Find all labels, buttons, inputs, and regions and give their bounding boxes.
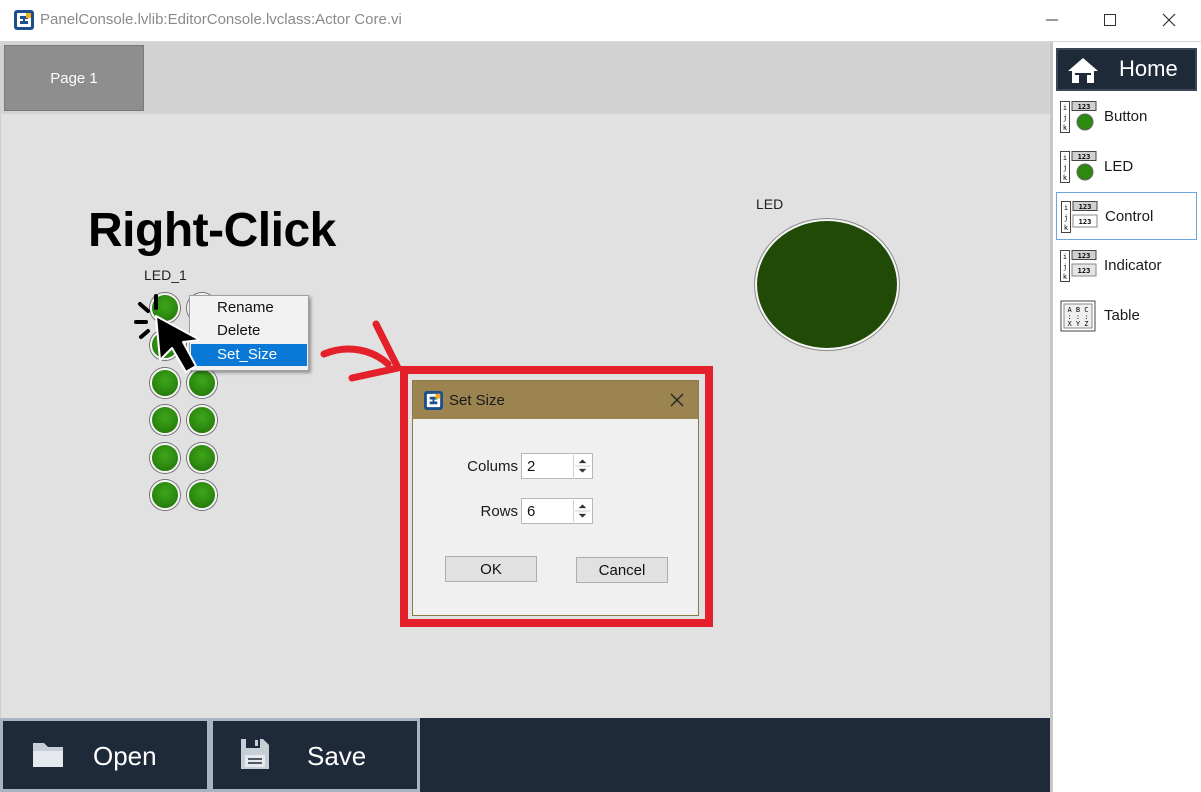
led-palette-icon: i j k 123 — [1060, 151, 1097, 183]
palette-item-button[interactable]: i j k 123 Button — [1056, 93, 1197, 141]
window-title: PanelConsole.lvlib:EditorConsole.lvclass… — [40, 11, 402, 28]
maximize-icon — [1104, 14, 1116, 26]
floppy-disk-icon — [241, 739, 269, 769]
led-array-cell[interactable] — [150, 405, 180, 435]
svg-text:123: 123 — [1078, 153, 1091, 161]
set-size-dialog: Set Size Colums 2 Rows 6 OK Cancel — [412, 380, 699, 616]
home-label: Home — [1119, 56, 1178, 81]
svg-text:j: j — [1063, 164, 1067, 172]
close-icon — [1162, 13, 1176, 27]
svg-text:i: i — [1064, 204, 1068, 212]
svg-text:123: 123 — [1079, 203, 1092, 211]
spinner-arrows-icon[interactable] — [573, 500, 591, 522]
palette-item-control[interactable]: i j k 123 123 Control — [1056, 192, 1197, 240]
annotation-right-click: Right-Click — [88, 204, 336, 257]
control-palette-icon: i j k 123 123 — [1061, 201, 1098, 233]
palette-label-table: Table — [1104, 307, 1140, 324]
rows-value: 6 — [527, 503, 536, 520]
svg-text:123: 123 — [1078, 252, 1091, 260]
svg-text:i: i — [1063, 154, 1067, 162]
tab-page-1[interactable]: Page 1 — [4, 45, 144, 111]
led-array-label: LED_1 — [144, 267, 187, 283]
palette-label-control: Control — [1105, 208, 1154, 225]
spinner-arrows-icon[interactable] — [573, 455, 591, 477]
save-button[interactable]: Save — [210, 718, 420, 792]
close-window-button[interactable] — [1157, 8, 1181, 32]
svg-text:j: j — [1063, 263, 1067, 271]
svg-text:i: i — [1063, 253, 1067, 261]
app-icon — [424, 391, 443, 410]
svg-text:j: j — [1064, 214, 1068, 222]
columns-value: 2 — [527, 458, 536, 475]
cancel-button[interactable]: Cancel — [576, 557, 668, 583]
folder-icon — [33, 743, 63, 767]
svg-text:j: j — [1063, 114, 1067, 122]
led-array-cell[interactable] — [187, 480, 217, 510]
open-button[interactable]: Open — [0, 718, 210, 792]
palette-item-indicator[interactable]: i j k 123 123 Indicator — [1056, 242, 1197, 290]
app-icon — [14, 10, 34, 30]
minimize-button[interactable] — [1040, 8, 1064, 32]
table-palette-icon: A B C : : : X Y Z — [1060, 300, 1096, 332]
svg-text:i: i — [1063, 104, 1067, 112]
rows-label: Rows — [480, 503, 518, 520]
dialog-titlebar[interactable]: Set Size — [413, 381, 698, 419]
minimize-icon — [1046, 19, 1058, 21]
close-icon[interactable] — [669, 392, 685, 408]
open-label: Open — [93, 741, 157, 771]
palette-label-button: Button — [1104, 108, 1148, 125]
annotation-arrow-icon — [320, 320, 402, 382]
columns-label: Colums — [467, 458, 518, 475]
rows-spinbox[interactable]: 6 — [521, 498, 593, 524]
click-cursor-icon — [134, 294, 201, 373]
ok-button[interactable]: OK — [445, 556, 537, 582]
home-icon — [1068, 58, 1098, 83]
page-tab-strip — [0, 42, 1050, 114]
save-label: Save — [307, 741, 367, 771]
svg-text:123: 123 — [1078, 103, 1091, 111]
led-array-cell[interactable] — [187, 443, 217, 473]
led-array-cell[interactable] — [187, 405, 217, 435]
palette-item-table[interactable]: A B C : : : X Y Z Table — [1056, 292, 1197, 340]
svg-text:123: 123 — [1078, 267, 1091, 275]
svg-text:123: 123 — [1079, 218, 1092, 226]
palette-label-indicator: Indicator — [1104, 257, 1162, 274]
columns-spinbox[interactable]: 2 — [521, 453, 593, 479]
palette-label-led: LED — [1104, 158, 1134, 175]
led-array-cell[interactable] — [150, 443, 180, 473]
indicator-palette-icon: i j k 123 123 — [1060, 250, 1097, 282]
led-indicator[interactable] — [755, 219, 899, 350]
button-palette-icon: i j k 123 — [1060, 101, 1097, 133]
palette-item-led[interactable]: i j k 123 LED — [1056, 143, 1197, 191]
led-label: LED — [756, 196, 784, 212]
svg-text:X Y Z: X Y Z — [1067, 320, 1088, 328]
maximize-button[interactable] — [1098, 8, 1122, 32]
led-array-cell[interactable] — [150, 480, 180, 510]
dialog-title: Set Size — [449, 392, 505, 409]
